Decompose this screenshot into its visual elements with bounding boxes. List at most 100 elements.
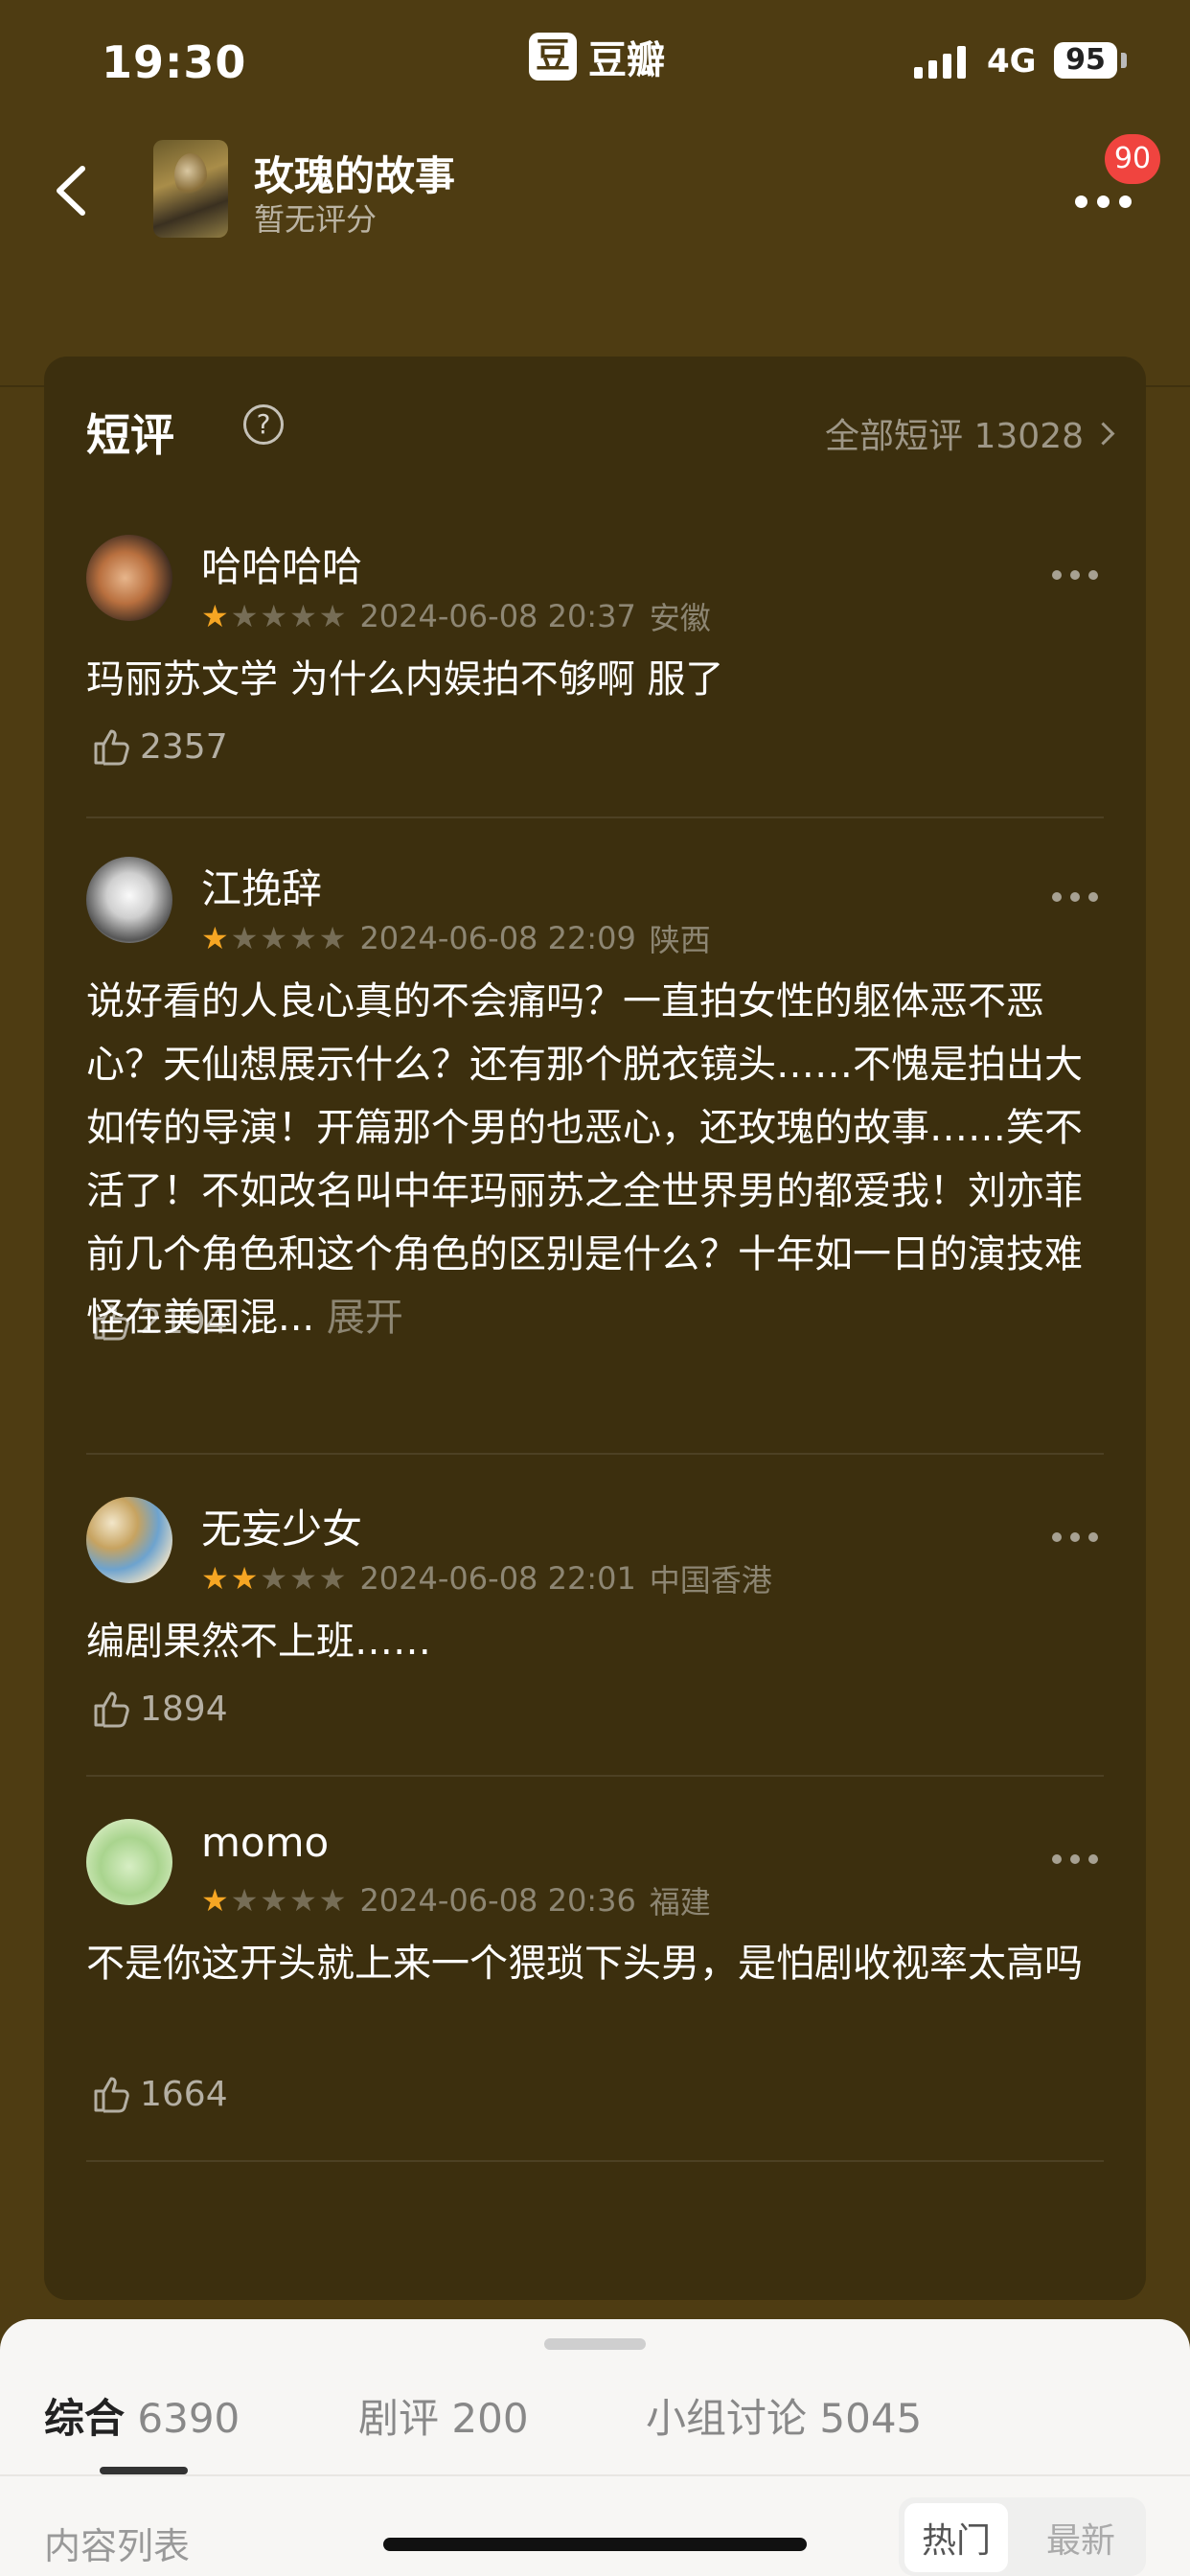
star-empty-icon: ★ <box>318 920 347 956</box>
tab-group-discussion[interactable]: 小组讨论 5045 <box>646 2386 922 2445</box>
star-filled-icon: ★ <box>201 598 229 634</box>
star-filled-icon: ★ <box>230 1560 259 1597</box>
all-reviews-link[interactable]: 全部短评 13028 <box>825 408 1115 458</box>
star-empty-icon: ★ <box>230 920 259 956</box>
status-bar: 19:30 豆 豆瓣 4G 95 <box>0 0 1190 125</box>
status-time: 19:30 <box>102 36 247 88</box>
battery-icon: 95 <box>1054 42 1117 79</box>
review-divider <box>86 816 1104 818</box>
all-reviews-label: 全部短评 13028 <box>825 417 1084 456</box>
avatar[interactable] <box>86 857 172 943</box>
nav-header: 玫瑰的故事 暂无评分 90 <box>0 134 1190 387</box>
network-type: 4G <box>987 42 1037 80</box>
tab-overview[interactable]: 综合 6390 <box>44 2386 240 2445</box>
sort-toggle: 热门 最新 <box>899 2497 1146 2576</box>
like-count: 1664 <box>140 2074 228 2114</box>
star-empty-icon: ★ <box>289 1882 317 1919</box>
review-date: 2024-06-08 22:01 <box>359 1560 636 1597</box>
like-count: 1894 <box>140 1689 228 1729</box>
review-more-button[interactable] <box>1046 562 1104 590</box>
signal-icon <box>914 46 966 79</box>
review-divider <box>86 1775 1104 1777</box>
star-rating: ★ ★ ★ ★ ★ <box>201 1563 346 1594</box>
thumbs-up-icon <box>94 2077 129 2113</box>
star-filled-icon: ★ <box>201 920 229 956</box>
back-button[interactable] <box>42 157 109 224</box>
review-meta: ★ ★ ★ ★ ★ 2024-06-08 22:01 中国香港 <box>201 1556 772 1600</box>
star-empty-icon: ★ <box>230 598 259 634</box>
star-filled-icon: ★ <box>201 1882 229 1919</box>
active-tab-indicator <box>100 2467 188 2474</box>
app-brand: 豆 豆瓣 <box>529 29 665 84</box>
content-list-label: 内容列表 <box>44 2525 191 2567</box>
star-empty-icon: ★ <box>318 1560 347 1597</box>
star-empty-icon: ★ <box>230 1882 259 1919</box>
star-rating: ★ ★ ★ ★ ★ <box>201 923 346 954</box>
sort-latest-option[interactable]: 最新 <box>1046 2513 1115 2563</box>
review-text: 玛丽苏文学 为什么内娱拍不够啊 服了 <box>86 657 724 702</box>
star-empty-icon: ★ <box>260 1560 288 1597</box>
home-indicator <box>383 2538 807 2551</box>
review-location: 中国香港 <box>649 1562 772 1598</box>
review-username[interactable]: momo <box>201 1819 329 1866</box>
review-date: 2024-06-08 20:36 <box>359 1882 636 1919</box>
review-more-button[interactable] <box>1046 884 1104 912</box>
star-rating: ★ ★ ★ ★ ★ <box>201 1885 346 1916</box>
review-text: 不是你这开头就上来一个猥琐下头男，是怕剧收视率太高吗 <box>86 1942 1083 1986</box>
star-filled-icon: ★ <box>201 1560 229 1597</box>
star-empty-icon: ★ <box>289 1560 317 1597</box>
more-dot <box>1119 196 1132 208</box>
star-empty-icon: ★ <box>318 1882 347 1919</box>
like-button[interactable]: 2357 <box>90 724 228 769</box>
help-icon[interactable]: ? <box>243 404 284 445</box>
review-divider <box>86 2160 1104 2162</box>
review-divider <box>86 1453 1104 1455</box>
more-dot <box>1075 196 1087 208</box>
review-date: 2024-06-08 22:09 <box>359 920 636 956</box>
star-empty-icon: ★ <box>289 920 317 956</box>
like-button[interactable]: 1894 <box>90 1687 228 1731</box>
star-empty-icon: ★ <box>318 598 347 634</box>
tab-reviews[interactable]: 剧评 200 <box>358 2386 529 2445</box>
like-button[interactable]: 1664 <box>90 2072 228 2116</box>
short-reviews-card: 短评 ? 全部短评 13028 哈哈哈哈 ★ ★ ★ ★ ★ 2024-06-08 20… <box>44 356 1146 2300</box>
like-count: 2194 <box>140 1301 228 1342</box>
review-more-button[interactable] <box>1046 1524 1104 1552</box>
thumbs-up-icon <box>94 729 129 766</box>
sheet-divider <box>0 2474 1190 2476</box>
star-rating: ★ ★ ★ ★ ★ <box>201 601 346 632</box>
star-empty-icon: ★ <box>260 1882 288 1919</box>
avatar[interactable] <box>86 535 172 621</box>
battery-cap <box>1121 53 1127 68</box>
section-title: 短评 <box>86 409 174 461</box>
review-meta: ★ ★ ★ ★ ★ 2024-06-08 22:09 陕西 <box>201 916 711 960</box>
more-dot <box>1097 196 1110 208</box>
star-empty-icon: ★ <box>289 598 317 634</box>
chevron-left-icon <box>57 166 85 216</box>
review-username[interactable]: 哈哈哈哈 <box>201 535 362 593</box>
review-location: 福建 <box>649 1884 711 1920</box>
review-text: 说好看的人良心真的不会痛吗？一直拍女性的躯体恶不恶心？天仙想展示什么？还有那个脱… <box>86 979 1083 1340</box>
review-meta: ★ ★ ★ ★ ★ 2024-06-08 20:36 福建 <box>201 1878 711 1922</box>
sheet-grabber[interactable] <box>544 2338 646 2350</box>
avatar[interactable] <box>86 1819 172 1905</box>
thumbs-up-icon <box>94 1691 129 1728</box>
chevron-right-icon <box>1091 421 1115 446</box>
card-header: 短评 ? 全部短评 13028 <box>86 395 1115 462</box>
poster-thumbnail[interactable] <box>153 140 228 238</box>
sort-hot-option[interactable]: 热门 <box>904 2503 1009 2572</box>
show-title: 玫瑰的故事 <box>254 152 456 199</box>
review-text: 编剧果然不上班…… <box>86 1620 431 1664</box>
avatar[interactable] <box>86 1497 172 1583</box>
review-more-button[interactable] <box>1046 1846 1104 1874</box>
expand-link[interactable]: 展开 <box>327 1296 403 1340</box>
review-username[interactable]: 无妄少女 <box>201 1497 362 1555</box>
review-date: 2024-06-08 20:37 <box>359 598 636 634</box>
review-meta: ★ ★ ★ ★ ★ 2024-06-08 20:37 安徽 <box>201 594 711 638</box>
review-username[interactable]: 江挽辞 <box>201 857 322 915</box>
douban-logo-icon: 豆 <box>529 33 577 80</box>
review-location: 陕西 <box>649 922 711 958</box>
brand-name: 豆瓣 <box>588 38 665 82</box>
notification-badge: 90 <box>1105 134 1160 184</box>
like-button[interactable]: 2194 <box>90 1300 228 1344</box>
